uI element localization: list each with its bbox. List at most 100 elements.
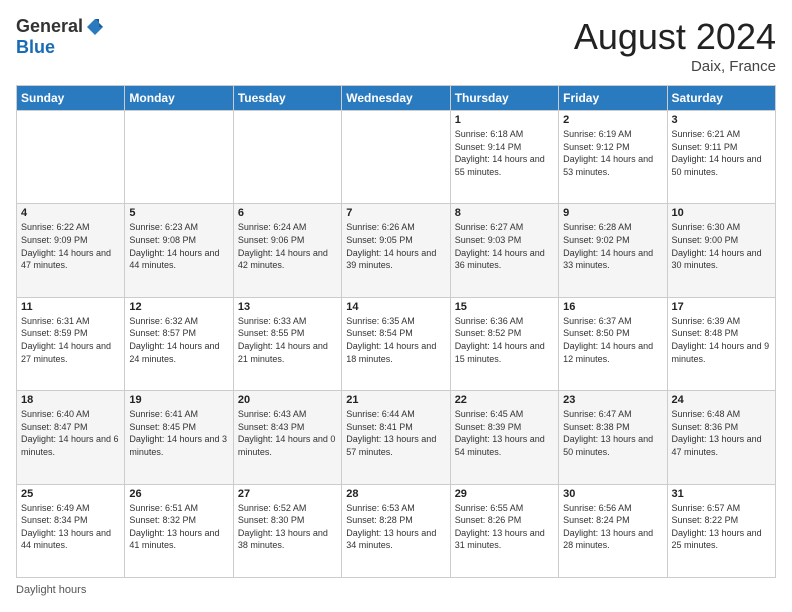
table-row: 12 Sunrise: 6:32 AMSunset: 8:57 PMDaylig… [125, 297, 233, 390]
day-number: 23 [563, 394, 662, 406]
calendar-week-row: 4 Sunrise: 6:22 AMSunset: 9:09 PMDayligh… [17, 204, 776, 297]
day-number: 29 [455, 488, 554, 500]
logo-icon [85, 17, 105, 37]
table-row [17, 111, 125, 204]
table-row: 11 Sunrise: 6:31 AMSunset: 8:59 PMDaylig… [17, 297, 125, 390]
table-row [125, 111, 233, 204]
col-sunday: Sunday [17, 86, 125, 111]
day-info: Sunrise: 6:22 AMSunset: 9:09 PMDaylight:… [21, 221, 120, 271]
day-info: Sunrise: 6:49 AMSunset: 8:34 PMDaylight:… [21, 502, 120, 552]
day-number: 9 [563, 207, 662, 219]
calendar-week-row: 1 Sunrise: 6:18 AMSunset: 9:14 PMDayligh… [17, 111, 776, 204]
table-row: 22 Sunrise: 6:45 AMSunset: 8:39 PMDaylig… [450, 391, 558, 484]
day-number: 3 [672, 114, 771, 126]
day-info: Sunrise: 6:37 AMSunset: 8:50 PMDaylight:… [563, 315, 662, 365]
day-number: 24 [672, 394, 771, 406]
day-number: 2 [563, 114, 662, 126]
day-info: Sunrise: 6:41 AMSunset: 8:45 PMDaylight:… [129, 408, 228, 458]
table-row: 29 Sunrise: 6:55 AMSunset: 8:26 PMDaylig… [450, 484, 558, 577]
table-row: 4 Sunrise: 6:22 AMSunset: 9:09 PMDayligh… [17, 204, 125, 297]
table-row: 16 Sunrise: 6:37 AMSunset: 8:50 PMDaylig… [559, 297, 667, 390]
day-number: 28 [346, 488, 445, 500]
day-number: 13 [238, 301, 337, 313]
logo: General Blue [16, 16, 105, 58]
day-number: 21 [346, 394, 445, 406]
table-row: 6 Sunrise: 6:24 AMSunset: 9:06 PMDayligh… [233, 204, 341, 297]
day-number: 20 [238, 394, 337, 406]
table-row: 28 Sunrise: 6:53 AMSunset: 8:28 PMDaylig… [342, 484, 450, 577]
page: General Blue August 2024 Daix, France Su… [0, 0, 792, 612]
table-row: 23 Sunrise: 6:47 AMSunset: 8:38 PMDaylig… [559, 391, 667, 484]
location: Daix, France [574, 58, 776, 75]
day-number: 8 [455, 207, 554, 219]
table-row [342, 111, 450, 204]
col-wednesday: Wednesday [342, 86, 450, 111]
day-number: 31 [672, 488, 771, 500]
calendar-week-row: 11 Sunrise: 6:31 AMSunset: 8:59 PMDaylig… [17, 297, 776, 390]
table-row: 21 Sunrise: 6:44 AMSunset: 8:41 PMDaylig… [342, 391, 450, 484]
table-row: 26 Sunrise: 6:51 AMSunset: 8:32 PMDaylig… [125, 484, 233, 577]
day-number: 10 [672, 207, 771, 219]
day-info: Sunrise: 6:35 AMSunset: 8:54 PMDaylight:… [346, 315, 445, 365]
day-info: Sunrise: 6:18 AMSunset: 9:14 PMDaylight:… [455, 128, 554, 178]
table-row: 7 Sunrise: 6:26 AMSunset: 9:05 PMDayligh… [342, 204, 450, 297]
day-number: 5 [129, 207, 228, 219]
day-number: 12 [129, 301, 228, 313]
header: General Blue August 2024 Daix, France [16, 16, 776, 75]
day-info: Sunrise: 6:27 AMSunset: 9:03 PMDaylight:… [455, 221, 554, 271]
day-info: Sunrise: 6:45 AMSunset: 8:39 PMDaylight:… [455, 408, 554, 458]
table-row: 18 Sunrise: 6:40 AMSunset: 8:47 PMDaylig… [17, 391, 125, 484]
day-number: 15 [455, 301, 554, 313]
col-saturday: Saturday [667, 86, 775, 111]
day-info: Sunrise: 6:36 AMSunset: 8:52 PMDaylight:… [455, 315, 554, 365]
day-info: Sunrise: 6:56 AMSunset: 8:24 PMDaylight:… [563, 502, 662, 552]
day-number: 14 [346, 301, 445, 313]
day-number: 11 [21, 301, 120, 313]
table-row: 13 Sunrise: 6:33 AMSunset: 8:55 PMDaylig… [233, 297, 341, 390]
day-info: Sunrise: 6:57 AMSunset: 8:22 PMDaylight:… [672, 502, 771, 552]
logo-general-text: General [16, 16, 83, 37]
footer-note: Daylight hours [16, 584, 776, 596]
day-info: Sunrise: 6:31 AMSunset: 8:59 PMDaylight:… [21, 315, 120, 365]
table-row: 27 Sunrise: 6:52 AMSunset: 8:30 PMDaylig… [233, 484, 341, 577]
col-friday: Friday [559, 86, 667, 111]
table-row [233, 111, 341, 204]
table-row: 25 Sunrise: 6:49 AMSunset: 8:34 PMDaylig… [17, 484, 125, 577]
table-row: 8 Sunrise: 6:27 AMSunset: 9:03 PMDayligh… [450, 204, 558, 297]
day-info: Sunrise: 6:19 AMSunset: 9:12 PMDaylight:… [563, 128, 662, 178]
day-info: Sunrise: 6:32 AMSunset: 8:57 PMDaylight:… [129, 315, 228, 365]
calendar-week-row: 25 Sunrise: 6:49 AMSunset: 8:34 PMDaylig… [17, 484, 776, 577]
day-info: Sunrise: 6:30 AMSunset: 9:00 PMDaylight:… [672, 221, 771, 271]
table-row: 20 Sunrise: 6:43 AMSunset: 8:43 PMDaylig… [233, 391, 341, 484]
logo-blue-text: Blue [16, 37, 55, 58]
table-row: 19 Sunrise: 6:41 AMSunset: 8:45 PMDaylig… [125, 391, 233, 484]
col-tuesday: Tuesday [233, 86, 341, 111]
day-info: Sunrise: 6:43 AMSunset: 8:43 PMDaylight:… [238, 408, 337, 458]
day-number: 6 [238, 207, 337, 219]
day-info: Sunrise: 6:53 AMSunset: 8:28 PMDaylight:… [346, 502, 445, 552]
table-row: 14 Sunrise: 6:35 AMSunset: 8:54 PMDaylig… [342, 297, 450, 390]
table-row: 9 Sunrise: 6:28 AMSunset: 9:02 PMDayligh… [559, 204, 667, 297]
title-block: August 2024 Daix, France [574, 16, 776, 75]
day-info: Sunrise: 6:26 AMSunset: 9:05 PMDaylight:… [346, 221, 445, 271]
day-number: 26 [129, 488, 228, 500]
table-row: 3 Sunrise: 6:21 AMSunset: 9:11 PMDayligh… [667, 111, 775, 204]
col-monday: Monday [125, 86, 233, 111]
day-info: Sunrise: 6:23 AMSunset: 9:08 PMDaylight:… [129, 221, 228, 271]
table-row: 24 Sunrise: 6:48 AMSunset: 8:36 PMDaylig… [667, 391, 775, 484]
day-info: Sunrise: 6:40 AMSunset: 8:47 PMDaylight:… [21, 408, 120, 458]
calendar-header-row: Sunday Monday Tuesday Wednesday Thursday… [17, 86, 776, 111]
day-number: 17 [672, 301, 771, 313]
col-thursday: Thursday [450, 86, 558, 111]
table-row: 31 Sunrise: 6:57 AMSunset: 8:22 PMDaylig… [667, 484, 775, 577]
day-number: 7 [346, 207, 445, 219]
day-info: Sunrise: 6:33 AMSunset: 8:55 PMDaylight:… [238, 315, 337, 365]
day-info: Sunrise: 6:51 AMSunset: 8:32 PMDaylight:… [129, 502, 228, 552]
day-number: 18 [21, 394, 120, 406]
day-number: 30 [563, 488, 662, 500]
day-info: Sunrise: 6:39 AMSunset: 8:48 PMDaylight:… [672, 315, 771, 365]
day-info: Sunrise: 6:21 AMSunset: 9:11 PMDaylight:… [672, 128, 771, 178]
day-info: Sunrise: 6:47 AMSunset: 8:38 PMDaylight:… [563, 408, 662, 458]
day-number: 16 [563, 301, 662, 313]
day-info: Sunrise: 6:48 AMSunset: 8:36 PMDaylight:… [672, 408, 771, 458]
